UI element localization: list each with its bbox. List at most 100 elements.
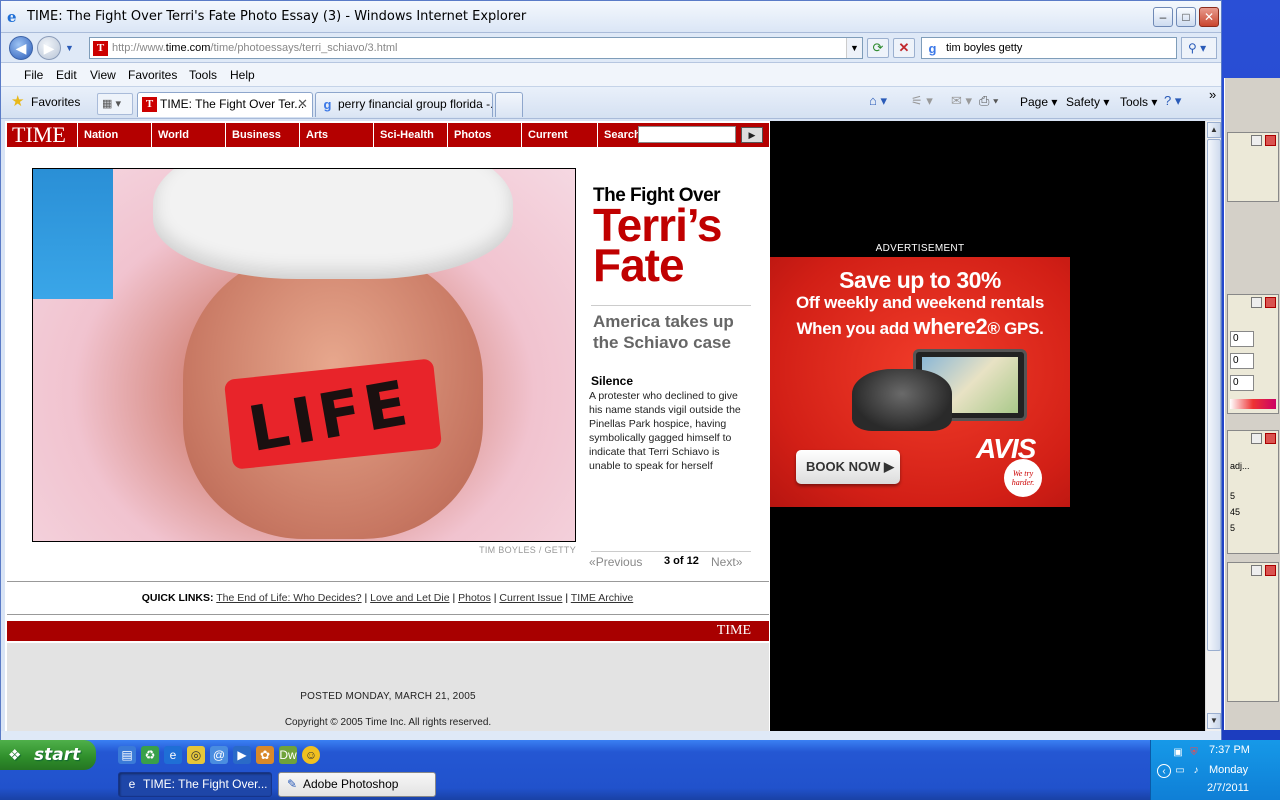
monitor-icon[interactable]: ▭ [1173, 764, 1187, 778]
favorites-star-icon[interactable]: ★ [11, 94, 24, 110]
ad-label: ADVERTISEMENT [875, 243, 965, 254]
ps-panel-layers[interactable]: adj... 5 45 5 [1227, 430, 1279, 554]
start-button[interactable]: ❖ start [0, 740, 96, 770]
book-now-label: BOOK NOW [806, 459, 881, 474]
tab-google[interactable]: g perry financial group florida -... [315, 92, 493, 117]
caption-text: A protester who declined to give his nam… [589, 390, 741, 472]
menu-tools[interactable]: Tools [189, 68, 217, 82]
book-now-button[interactable]: BOOK NOW ▶ [796, 450, 900, 484]
close-button[interactable]: ✕ [1199, 7, 1219, 27]
tools-menu-button[interactable]: Tools ▾ [1120, 95, 1157, 109]
chevron-more-icon[interactable]: » [1209, 87, 1216, 102]
quicklaunch-app-icon[interactable]: ✿ [256, 746, 274, 764]
ps-panel-1[interactable] [1227, 132, 1279, 202]
url-input[interactable]: T http://www.time.com/time/photoessays/t… [89, 37, 863, 59]
taskbar-photoshop-button[interactable]: ✎ Adobe Photoshop [278, 772, 436, 797]
home-icon[interactable]: ⌂ ▾ [869, 93, 887, 109]
forward-button[interactable]: ▶ [37, 36, 61, 60]
ps-close-icon[interactable] [1265, 135, 1276, 146]
network-icon[interactable]: ▣ [1171, 746, 1185, 760]
dreamweaver-icon[interactable]: Dw [279, 746, 297, 764]
menu-edit[interactable]: Edit [56, 68, 77, 82]
nav-photos[interactable]: Photos [447, 123, 521, 147]
vertical-scrollbar[interactable]: ▲ ▼ [1205, 121, 1221, 731]
favorites-button[interactable]: Favorites [31, 95, 80, 109]
print-icon[interactable]: ⎙ ▾ [979, 93, 998, 109]
ps-minimize-icon[interactable] [1251, 297, 1262, 308]
url-dropdown-icon[interactable]: ▼ [846, 38, 862, 58]
messenger-icon[interactable]: ☺ [302, 746, 320, 764]
link-end-of-life[interactable]: The End of Life: Who Decides? [216, 592, 361, 604]
nav-nation[interactable]: Nation [77, 123, 151, 147]
ie-quicklaunch-icon[interactable]: e [164, 746, 182, 764]
site-search-go-button[interactable]: ▶ [741, 127, 763, 143]
feeds-icon[interactable]: ⚟ ▾ [911, 93, 933, 109]
link-time-archive[interactable]: TIME Archive [571, 592, 633, 604]
quick-tabs-button[interactable]: ▦ ▾ [97, 93, 133, 115]
time-logo[interactable]: TIME [12, 124, 66, 146]
taskbar-ie-button[interactable]: e TIME: The Fight Over... [118, 772, 272, 797]
maximize-button[interactable]: □ [1176, 7, 1196, 27]
nav-current-issue[interactable]: Current Issue [521, 123, 597, 165]
nav-arts[interactable]: Arts [299, 123, 373, 147]
mail-icon[interactable]: ✉ ▾ [951, 93, 972, 109]
safety-menu-button[interactable]: Safety ▾ [1066, 95, 1109, 109]
tab-close-icon[interactable]: ✕ [297, 93, 308, 115]
footer-time-logo[interactable]: TIME [717, 623, 751, 639]
ps-minimize-icon[interactable] [1251, 135, 1262, 146]
nav-world[interactable]: World [151, 123, 225, 147]
ps-layer-value: 5 [1230, 491, 1236, 501]
ps-value-field[interactable]: 0 [1230, 331, 1254, 347]
clock-time[interactable]: 7:37 PM [1209, 744, 1250, 756]
avis-ad[interactable]: Save up to 30% Off weekly and weekend re… [770, 257, 1070, 507]
next-button[interactable]: Next» [711, 555, 742, 569]
search-button[interactable]: ⚲ ▾ [1181, 37, 1217, 59]
nav-business[interactable]: Business [225, 123, 299, 147]
refresh-button[interactable]: ⟳ [867, 38, 889, 58]
ps-panel-color[interactable]: 0 0 0 [1227, 294, 1279, 414]
search-input[interactable]: g tim boyles getty [921, 37, 1177, 59]
page-menu-button[interactable]: Page ▾ [1020, 95, 1057, 109]
show-desktop-icon[interactable]: ▤ [118, 746, 136, 764]
recent-pages-icon[interactable]: ▼ [65, 43, 74, 53]
title-bar[interactable]: e TIME: The Fight Over Terri's Fate Phot… [1, 1, 1221, 33]
scroll-up-icon[interactable]: ▲ [1207, 122, 1221, 138]
scroll-thumb[interactable] [1207, 139, 1221, 651]
clock-date: 2/7/2011 [1207, 782, 1250, 794]
previous-button[interactable]: «Previous [589, 555, 642, 569]
quicklaunch-app-icon[interactable]: ♻ [141, 746, 159, 764]
quicklaunch-app-icon[interactable]: ◎ [187, 746, 205, 764]
tray-expand-icon[interactable]: ‹ [1157, 764, 1171, 778]
url-text[interactable]: http://www.time.com/time/photoessays/ter… [112, 42, 398, 54]
link-photos[interactable]: Photos [458, 592, 491, 604]
link-love-and-let-die[interactable]: Love and Let Die [370, 592, 449, 604]
ps-panel-history[interactable] [1227, 562, 1279, 702]
security-shield-icon[interactable]: ⛨ [1187, 746, 1201, 760]
back-button[interactable]: ◀ [9, 36, 33, 60]
new-tab-button[interactable] [495, 92, 523, 117]
stop-button[interactable]: ✕ [893, 38, 915, 58]
site-search-input[interactable] [638, 126, 736, 143]
ps-color-ramp[interactable] [1230, 399, 1276, 409]
ps-value-field[interactable]: 0 [1230, 375, 1254, 391]
menu-favorites[interactable]: Favorites [128, 68, 177, 82]
ps-close-icon[interactable] [1265, 565, 1276, 576]
minimize-button[interactable]: – [1153, 7, 1173, 27]
media-player-icon[interactable]: ▶ [233, 746, 251, 764]
ps-minimize-icon[interactable] [1251, 565, 1262, 576]
scroll-down-icon[interactable]: ▼ [1207, 713, 1221, 729]
ps-close-icon[interactable] [1265, 297, 1276, 308]
ps-close-icon[interactable] [1265, 433, 1276, 444]
tab-time[interactable]: T TIME: The Fight Over Ter... ✕ [137, 92, 313, 117]
nav-sci-health[interactable]: Sci-Health [373, 123, 447, 147]
menu-view[interactable]: View [90, 68, 116, 82]
divider [591, 305, 751, 306]
volume-icon[interactable]: ♪ [1189, 764, 1203, 778]
help-icon[interactable]: ? ▾ [1164, 93, 1181, 109]
quicklaunch-app-icon[interactable]: @ [210, 746, 228, 764]
ps-minimize-icon[interactable] [1251, 433, 1262, 444]
menu-help[interactable]: Help [230, 68, 255, 82]
ps-value-field[interactable]: 0 [1230, 353, 1254, 369]
menu-file[interactable]: File [24, 68, 43, 82]
link-current-issue[interactable]: Current Issue [499, 592, 562, 604]
